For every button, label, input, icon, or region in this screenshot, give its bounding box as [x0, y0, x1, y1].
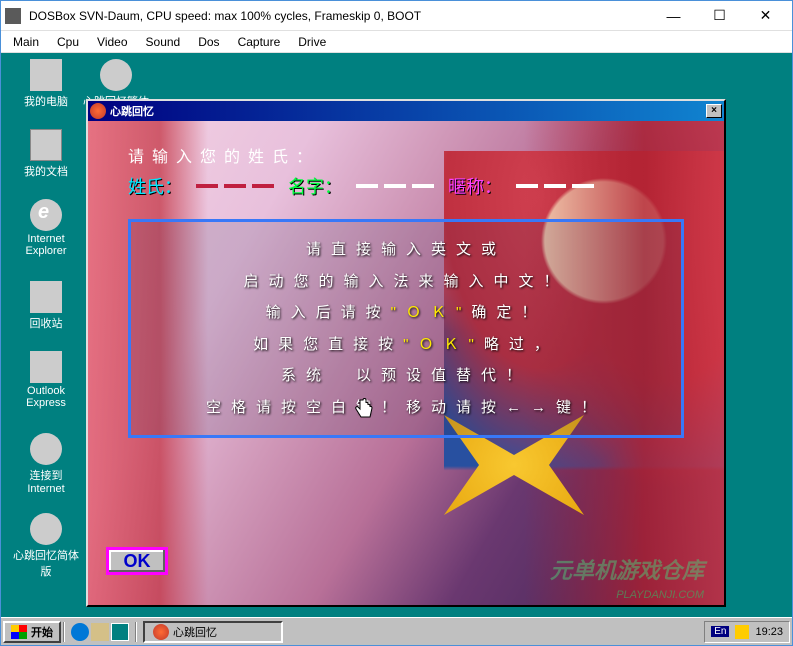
icon-connect[interactable]: 连接到 Internet [11, 433, 81, 495]
titlebar: DOSBox SVN-Daum, CPU speed: max 100% cyc… [1, 1, 792, 31]
app-icon [5, 8, 21, 24]
watermark-url: PLAYDANJI.COM [616, 589, 704, 601]
connect-icon [30, 433, 62, 465]
menu-drive[interactable]: Drive [290, 33, 334, 51]
desktop[interactable]: 我的电脑 心跳回忆繁体 我的文档 Internet Explorer 回收站 O… [1, 53, 792, 645]
help-line: 启动您的输入法来输入中文！ [139, 266, 673, 298]
help-box: 请直接输入英文或 启动您的输入法来输入中文！ 输入后请按"ＯＫ"确定！ 如果您直… [128, 219, 684, 438]
icon-game-simp[interactable]: 心跳回忆简体版 [11, 513, 81, 579]
clock[interactable]: 19:23 [755, 626, 783, 638]
separator [63, 622, 65, 642]
system-tray: En 19:23 [704, 621, 790, 643]
icon-label: Internet Explorer [11, 233, 81, 257]
surname-input[interactable] [196, 184, 274, 188]
close-button[interactable]: ✕ [743, 2, 788, 30]
start-button[interactable]: 开始 [3, 621, 61, 643]
menu-main[interactable]: Main [5, 33, 47, 51]
menu-dos[interactable]: Dos [190, 33, 227, 51]
app-window: DOSBox SVN-Daum, CPU speed: max 100% cyc… [0, 0, 793, 646]
surname-label: 姓氏： [128, 173, 182, 199]
icon-outlook[interactable]: Outlook Express [11, 351, 81, 409]
game-window-title: 心跳回忆 [110, 103, 706, 119]
icon-label: 连接到 Internet [11, 467, 81, 495]
volume-icon[interactable] [735, 625, 749, 639]
menubar: Main Cpu Video Sound Dos Capture Drive [1, 31, 792, 53]
game-window: 心跳回忆 × 请输入您的姓氏： 姓氏： 名字： [86, 99, 726, 607]
icon-label: Outlook Express [11, 385, 81, 409]
menu-cpu[interactable]: Cpu [49, 33, 87, 51]
start-label: 开始 [31, 624, 53, 640]
game-icon [153, 624, 169, 640]
icon-label: 心跳回忆简体版 [11, 547, 81, 579]
game-icon [100, 59, 132, 91]
name-fields: 姓氏： 名字： 暱称： [128, 173, 684, 199]
help-line: 空格请按空白键！移动请按←→键！ [139, 392, 673, 424]
help-line: 如果您直接按"ＯＫ"略过， [139, 329, 673, 361]
menu-capture[interactable]: Capture [230, 33, 289, 51]
game-close-button[interactable]: × [706, 104, 722, 118]
game-app-icon [90, 103, 106, 119]
recycle-icon [30, 281, 62, 313]
window-controls: — ☐ ✕ [651, 2, 788, 30]
taskbar: 开始 心跳回忆 En 19:23 [1, 617, 792, 645]
task-label: 心跳回忆 [173, 624, 217, 640]
ok-button[interactable]: OK [106, 547, 168, 575]
taskbar-app-button[interactable]: 心跳回忆 [143, 621, 283, 643]
icon-my-computer[interactable]: 我的电脑 [11, 59, 81, 109]
menu-sound[interactable]: Sound [138, 33, 189, 51]
windows-flag-icon [11, 625, 27, 639]
maximize-button[interactable]: ☐ [697, 2, 742, 30]
icon-my-documents[interactable]: 我的文档 [11, 129, 81, 179]
icon-label: 我的电脑 [24, 93, 68, 109]
icon-label: 回收站 [30, 315, 63, 331]
quicklaunch-desktop-icon[interactable] [111, 623, 129, 641]
game-viewport: 请输入您的姓氏： 姓氏： 名字： 暱称： 请直接输入 [88, 121, 724, 605]
icon-recycle[interactable]: 回收站 [11, 281, 81, 331]
outlook-icon [30, 351, 62, 383]
icon-ie[interactable]: Internet Explorer [11, 199, 81, 257]
game-titlebar[interactable]: 心跳回忆 × [88, 101, 724, 121]
separator [135, 622, 137, 642]
folder-icon [30, 129, 62, 161]
nickname-input[interactable] [516, 184, 594, 188]
given-name-label: 名字： [288, 173, 342, 199]
minimize-button[interactable]: — [651, 2, 696, 30]
help-line: 系统 以预设值替代！ [139, 360, 673, 392]
quick-launch [67, 623, 133, 641]
window-title: DOSBox SVN-Daum, CPU speed: max 100% cyc… [29, 9, 651, 23]
menu-video[interactable]: Video [89, 33, 135, 51]
name-entry-prompt: 请输入您的姓氏： [128, 143, 684, 167]
game-icon [30, 513, 62, 545]
computer-icon [30, 59, 62, 91]
icon-label: 我的文档 [24, 163, 68, 179]
quicklaunch-outlook-icon[interactable] [91, 623, 109, 641]
help-line: 请直接输入英文或 [139, 234, 673, 266]
quicklaunch-ie-icon[interactable] [71, 623, 89, 641]
nickname-label: 暱称： [448, 173, 502, 199]
ime-indicator[interactable]: En [711, 626, 729, 637]
ie-icon [30, 199, 62, 231]
help-line: 输入后请按"ＯＫ"确定！ [139, 297, 673, 329]
watermark: 元单机游戏仓库 [550, 553, 704, 585]
cursor-hand-icon [352, 397, 376, 421]
given-name-input[interactable] [356, 184, 434, 188]
